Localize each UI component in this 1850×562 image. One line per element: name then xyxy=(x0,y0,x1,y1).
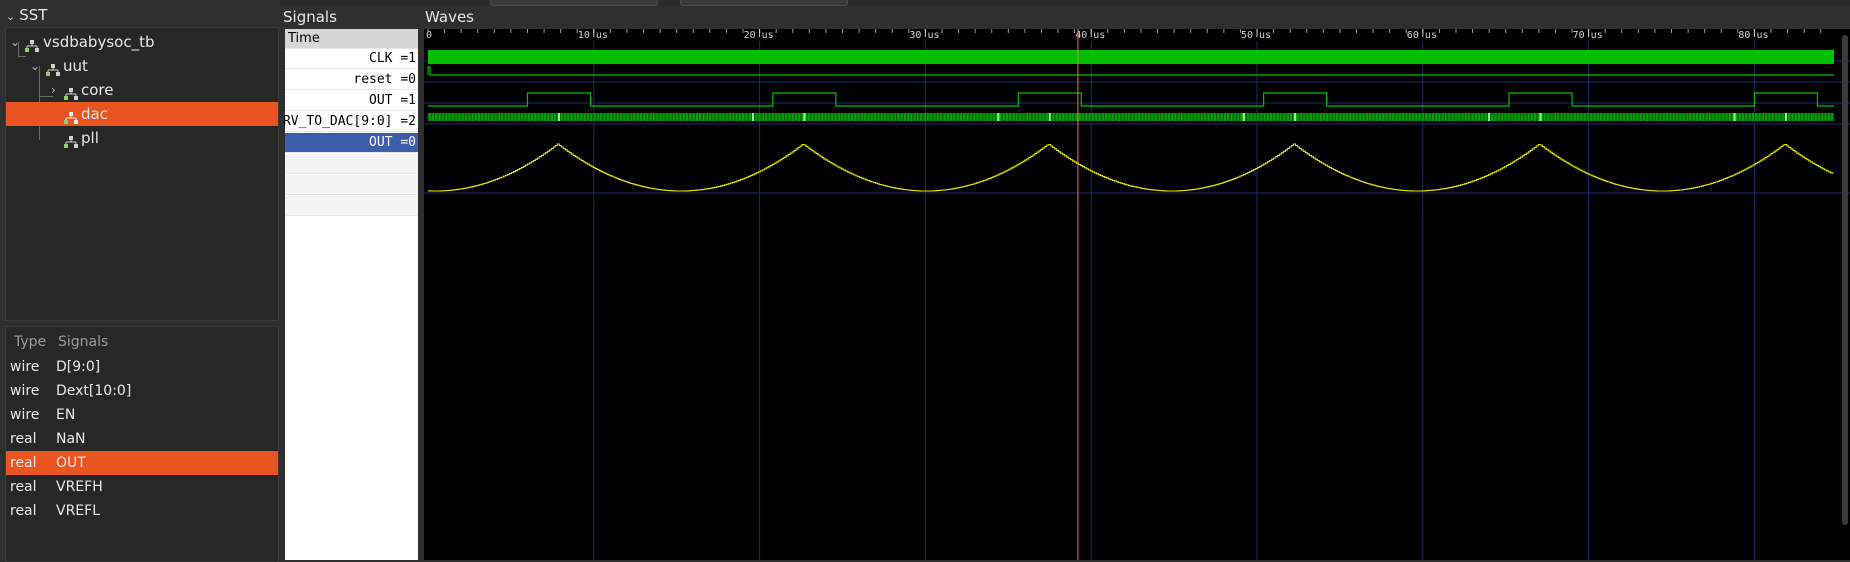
waves-pane-title: Waves xyxy=(425,8,474,26)
column-header-signals[interactable]: Signals xyxy=(58,331,108,353)
waveform-canvas[interactable]: 0 10 us 20 us 30 us 40 us 50 us 60 us 70 us 80 u… xyxy=(424,29,1850,560)
signal-row-label: CLK =1 xyxy=(369,51,416,66)
time-tick-label: 40 us xyxy=(1075,30,1105,41)
rv-to-dac-bus-marker xyxy=(997,113,1000,121)
chevron-down-icon[interactable]: ⌄ xyxy=(10,30,20,54)
time-tick-label: 70 us xyxy=(1573,30,1603,41)
rv-to-dac-bus-marker xyxy=(1048,113,1051,121)
left-column: ⌄ SST ⌄ vsdbabysoc_tb ⌄ uut › core dac p… xyxy=(0,0,280,562)
sst-title-label: SST xyxy=(19,6,48,24)
timeline-band xyxy=(424,29,1850,41)
tree-item-label: dac xyxy=(81,105,108,123)
tree-item-uut[interactable]: ⌄ uut xyxy=(6,54,278,78)
vertical-scrollbar[interactable] xyxy=(1842,35,1848,525)
column-header-type[interactable]: Type xyxy=(14,331,46,353)
signal-row-label: reset =0 xyxy=(353,72,416,87)
rv-to-dac-bus-marker xyxy=(1733,113,1736,121)
signal-list-row[interactable]: real VREFL xyxy=(6,499,278,523)
signal-list-row[interactable]: real NaN xyxy=(6,427,278,451)
chevron-down-icon[interactable]: ⌄ xyxy=(6,10,15,23)
signal-name: VREFL xyxy=(56,503,101,519)
time-tick-label: 80 us xyxy=(1738,30,1768,41)
signal-row-reset[interactable]: reset =0 xyxy=(285,70,418,90)
out-analog-waveform xyxy=(428,143,1834,192)
rv-to-dac-bus-marker xyxy=(557,113,560,121)
toolbar-button[interactable] xyxy=(490,0,658,6)
tree-item-label: core xyxy=(81,81,114,99)
signal-name: NaN xyxy=(56,431,86,447)
signal-type: real xyxy=(10,503,37,519)
signal-list-row[interactable]: real OUT xyxy=(6,451,278,475)
signal-type: wire xyxy=(10,359,40,375)
tree-item-label: pll xyxy=(81,129,99,147)
signal-row-empty xyxy=(285,154,418,174)
toolbar-button[interactable] xyxy=(680,0,848,6)
signal-name: D[9:0] xyxy=(56,359,101,375)
tree-item-label: vsdbabysoc_tb xyxy=(43,33,155,51)
hierarchy-icon xyxy=(63,132,79,156)
time-tick-label: 20 us xyxy=(744,30,774,41)
signal-name: OUT xyxy=(56,455,86,471)
rv-to-dac-bus-marker xyxy=(751,113,754,121)
reset-waveform xyxy=(427,66,1834,76)
rv-to-dac-bus-marker xyxy=(1242,113,1245,121)
signal-list-panel[interactable]: Type Signals wire D[9:0] wire Dext[10:0] w… xyxy=(5,326,279,562)
signal-list-row[interactable]: wire D[9:0] xyxy=(6,355,278,379)
signal-row-empty xyxy=(285,175,418,195)
signal-row-rv-to-dac[interactable]: RV_TO_DAC[9:0] =2 xyxy=(282,112,418,132)
signal-name: Dext[10:0] xyxy=(56,383,132,399)
rv-to-dac-bus-marker xyxy=(1784,113,1787,121)
signal-type: wire xyxy=(10,407,40,423)
out-digital-waveform xyxy=(428,92,1834,107)
rv-to-dac-bus-marker xyxy=(1539,113,1542,121)
tree-item-core[interactable]: › core xyxy=(6,78,278,102)
time-tick-label: 60 us xyxy=(1407,30,1437,41)
tree-item-dac[interactable]: dac xyxy=(6,102,278,126)
time-tick-label: 0 xyxy=(426,30,432,41)
signals-pane-title: Signals xyxy=(283,8,337,26)
signal-type: real xyxy=(10,479,37,495)
time-tick-label: 30 us xyxy=(909,30,939,41)
signal-row-label: RV_TO_DAC[9:0] =2 xyxy=(282,114,416,129)
signal-row-label: OUT =0 xyxy=(369,135,416,150)
rv-to-dac-bus-marker xyxy=(803,113,806,121)
signal-name: EN xyxy=(56,407,76,423)
signal-type: real xyxy=(10,455,37,471)
signal-row-clk[interactable]: CLK =1 xyxy=(285,49,418,69)
signal-name: VREFH xyxy=(56,479,103,495)
rv-to-dac-bus-marker xyxy=(1294,113,1297,121)
signal-list-row[interactable]: wire Dext[10:0] xyxy=(6,379,278,403)
tree-item-pll[interactable]: pll xyxy=(6,126,278,150)
signal-list-row[interactable]: real VREFH xyxy=(6,475,278,499)
signal-row-out-digital[interactable]: OUT =1 xyxy=(285,91,418,111)
signal-row-out-analog[interactable]: OUT =0 xyxy=(285,133,418,153)
signal-row-empty xyxy=(285,196,418,216)
signal-row-label: OUT =1 xyxy=(369,93,416,108)
signal-list-row[interactable]: wire EN xyxy=(6,403,278,427)
hierarchy-tree[interactable]: ⌄ vsdbabysoc_tb ⌄ uut › core dac pll xyxy=(5,27,279,321)
tree-item-label: uut xyxy=(63,57,88,75)
chevron-right-icon[interactable]: › xyxy=(51,78,56,102)
tree-item-vsdbabysoc-tb[interactable]: ⌄ vsdbabysoc_tb xyxy=(6,30,278,54)
signal-type: wire xyxy=(10,383,40,399)
rv-to-dac-bus-transitions xyxy=(427,113,1835,121)
time-tick-label: 10 us xyxy=(578,30,608,41)
time-row[interactable]: Time xyxy=(285,29,418,49)
sst-panel-title[interactable]: ⌄ SST xyxy=(6,6,47,24)
rv-to-dac-bus-marker xyxy=(1488,113,1491,121)
signal-type: real xyxy=(10,431,37,447)
clk-waveform xyxy=(428,50,1834,64)
signal-names-pane[interactable]: Time CLK =1 reset =0 OUT =1 RV_TO_DAC[9:… xyxy=(282,29,418,560)
waveform-viewer[interactable]: 0 10 us 20 us 30 us 40 us 50 us 60 us 70 us 80 u… xyxy=(424,29,1850,560)
time-tick-label: 50 us xyxy=(1241,30,1271,41)
chevron-down-icon[interactable]: ⌄ xyxy=(30,54,40,78)
